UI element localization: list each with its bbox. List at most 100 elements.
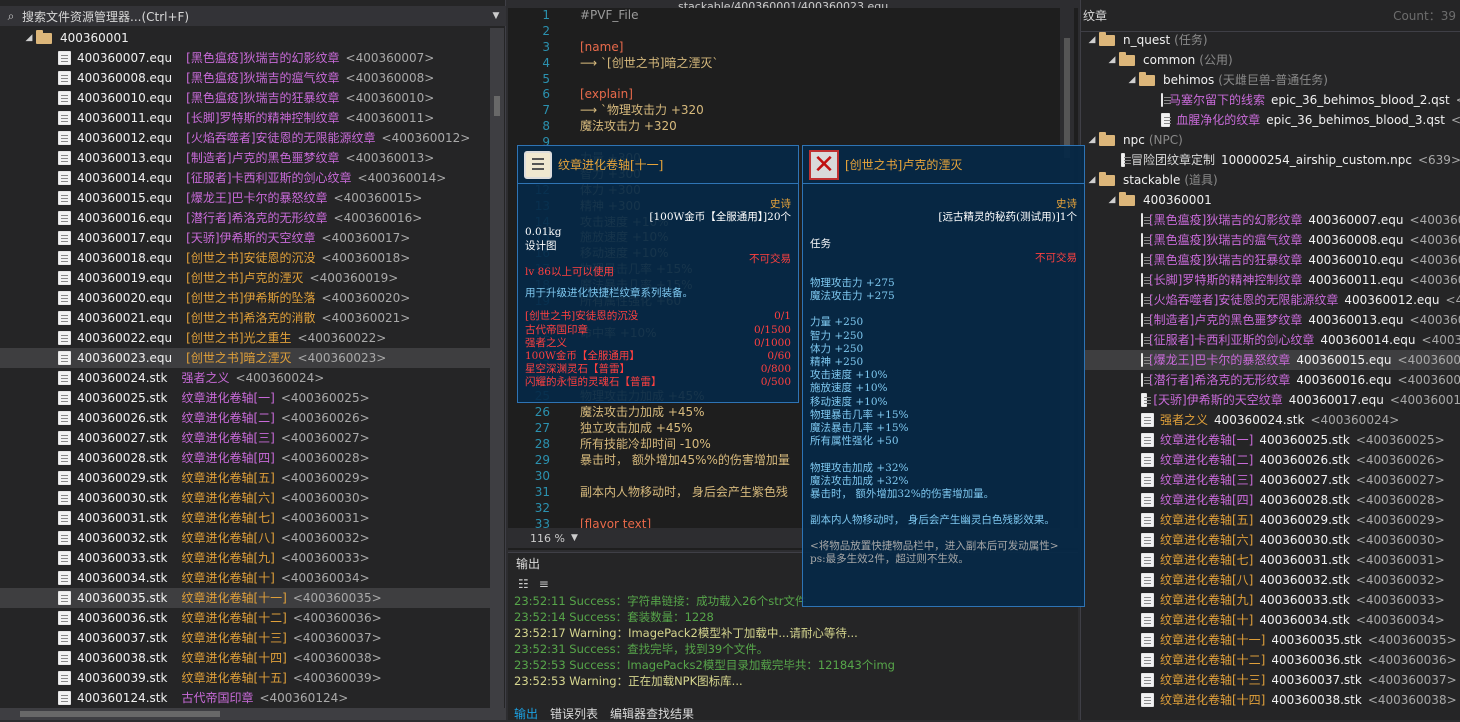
chevron-down-icon[interactable]: ▼ — [486, 11, 506, 21]
tree-file-item[interactable]: 400360010.equ [黑色瘟疫]狄瑞吉的狂暴纹章 <400360010> — [0, 88, 490, 108]
tree-file-item[interactable]: 纹章进化卷轴[八] 400360032.stk <400360032> — [1081, 570, 1460, 590]
tree-file-item[interactable]: 冒险团纹章定制 100000254_airship_custom.npc <639> — [1081, 150, 1460, 170]
tree-folder[interactable]: ◢ n_quest (任务) — [1081, 30, 1460, 50]
tree-file-item[interactable]: [天骄]伊希斯的天空纹章 400360017.equ <40036001 — [1081, 390, 1460, 410]
editor-tab-strip[interactable]: stackable/400360001/400360023.equ — [508, 0, 1078, 8]
line-number: 27 — [534, 421, 550, 436]
tree-file-item[interactable]: 400360034.stk 纹章进化卷轴[十] <400360034> — [0, 568, 490, 588]
tree-file-item[interactable]: 纹章进化卷轴[十四] 400360038.stk <400360038> — [1081, 690, 1460, 710]
tree-folder[interactable]: ◢ 400360001 — [1081, 190, 1460, 210]
tree-file-item[interactable]: 纹章进化卷轴[二] 400360026.stk <400360026> — [1081, 450, 1460, 470]
scrollbar-thumb[interactable] — [494, 96, 500, 116]
tree-file-item[interactable]: 400360013.equ [制造者]卢克的黑色噩梦纹章 <400360013> — [0, 148, 490, 168]
tree-file-item[interactable]: 400360031.stk 纹章进化卷轴[七] <400360031> — [0, 508, 490, 528]
tree-file-item[interactable]: 400360014.equ [征服者]卡西利亚斯的剑心纹章 <400360014> — [0, 168, 490, 188]
output-tab[interactable]: 错误列表 — [550, 705, 598, 721]
tree-file-item[interactable]: [黑色瘟疫]狄瑞吉的幻影纹章 400360007.equ <40036000 — [1081, 210, 1460, 230]
tree-file-item[interactable]: 400360029.stk 纹章进化卷轴[五] <400360029> — [0, 468, 490, 488]
expand-arrow-icon[interactable]: ◢ — [22, 28, 36, 48]
zoom-level[interactable]: 116 % — [530, 532, 565, 545]
tree-file-item[interactable]: 纹章进化卷轴[一] 400360025.stk <400360025> — [1081, 430, 1460, 450]
tree-file-item[interactable]: 400360037.stk 纹章进化卷轴[十三] <400360037> — [0, 628, 490, 648]
tree-file-item[interactable]: 400360017.equ [天骄]伊希斯的天空纹章 <400360017> — [0, 228, 490, 248]
tree-folder-root[interactable]: ◢ 400360001 — [0, 28, 490, 48]
chevron-down-icon[interactable]: ▼ — [571, 533, 578, 543]
tree-file-item[interactable]: 400360032.stk 纹章进化卷轴[八] <400360032> — [0, 528, 490, 548]
tree-file-item[interactable]: 纹章进化卷轴[十三] 400360037.stk <400360037> — [1081, 670, 1460, 690]
editor-tab-path[interactable]: stackable/400360001/400360023.equ — [678, 0, 888, 8]
expand-arrow-icon[interactable]: ◢ — [1085, 30, 1099, 50]
scrollbar-thumb[interactable] — [20, 711, 220, 717]
tree-file-item[interactable]: 400360016.equ [潜行者]希洛克的无形纹章 <400360016> — [0, 208, 490, 228]
tree-file-item[interactable]: 纹章进化卷轴[十二] 400360036.stk <400360036> — [1081, 650, 1460, 670]
tree-file-item[interactable]: 400360018.equ [创世之书]安徒恩的沉没 <400360018> — [0, 248, 490, 268]
tree-file-item[interactable]: 纹章进化卷轴[六] 400360030.stk <400360030> — [1081, 530, 1460, 550]
tree-file-item[interactable]: 400360023.equ [创世之书]暗之湮灭 <400360023> — [0, 348, 490, 368]
tree-file-item[interactable]: 400360021.equ [创世之书]希洛克的消散 <400360021> — [0, 308, 490, 328]
tree-folder[interactable]: ◢ npc (NPC) — [1081, 130, 1460, 150]
tree-file-item[interactable]: [长脚]罗特斯的精神控制纹章 400360011.equ <40036001 — [1081, 270, 1460, 290]
file-name: 400360038.stk — [1271, 693, 1362, 707]
tree-file-item[interactable]: [征服者]卡西利亚斯的剑心纹章 400360014.equ <4003 — [1081, 330, 1460, 350]
tree-file-item[interactable]: 纹章进化卷轴[五] 400360029.stk <400360029> — [1081, 510, 1460, 530]
tree-file-item[interactable]: 纹章进化卷轴[三] 400360027.stk <400360027> — [1081, 470, 1460, 490]
word-wrap-icon[interactable]: ≡ — [539, 577, 549, 591]
clear-output-icon[interactable]: ☷ — [518, 577, 529, 591]
expand-arrow-icon[interactable]: ◢ — [1105, 190, 1119, 210]
expand-arrow-icon[interactable]: ◢ — [1085, 130, 1099, 150]
tree-file-item[interactable]: 400360036.stk 纹章进化卷轴[十二] <400360036> — [0, 608, 490, 628]
tree-file-item[interactable]: 400360028.stk 纹章进化卷轴[四] <400360028> — [0, 448, 490, 468]
explorer-vertical-scrollbar[interactable] — [490, 28, 504, 708]
tree-file-item[interactable]: [爆龙王]巴卡尔的暴怒纹章 400360015.equ <40036001 — [1081, 350, 1460, 370]
tree-file-item[interactable]: 400360011.equ [长脚]罗特斯的精神控制纹章 <400360011> — [0, 108, 490, 128]
tree-file-item[interactable]: 400360124.stk 古代帝国印章 <400360124> — [0, 688, 490, 708]
file-description: 纹章进化卷轴[二] — [1160, 453, 1254, 467]
tree-file-item[interactable]: 400360035.stk 纹章进化卷轴[十一] <400360035> — [0, 588, 490, 608]
tree-file-item[interactable]: [黑色瘟疫]狄瑞吉的狂暴纹章 400360010.equ <40036001 — [1081, 250, 1460, 270]
tree-file-item[interactable]: 400360015.equ [爆龙王]巴卡尔的暴怒纹章 <400360015> — [0, 188, 490, 208]
tree-file-item[interactable]: 400360020.equ [创世之书]伊希斯的坠落 <400360020> — [0, 288, 490, 308]
tree-file-item[interactable]: 400360027.stk 纹章进化卷轴[三] <400360027> — [0, 428, 490, 448]
tree-folder[interactable]: ◢ stackable (道具) — [1081, 170, 1460, 190]
explorer-search-bar[interactable]: ⌕ 搜索文件资源管理器...(Ctrl+F) ▼ — [0, 6, 506, 26]
tree-file-item[interactable]: 纹章进化卷轴[十一] 400360035.stk <400360035> — [1081, 630, 1460, 650]
tree-file-item[interactable]: 400360024.stk 强者之义 <400360024> — [0, 368, 490, 388]
tree-folder[interactable]: ◢ behimos (天雌巨兽-普通任务) — [1081, 70, 1460, 90]
tree-file-item[interactable]: 马塞尔留下的线索 epic_36_behimos_blood_2.qst < — [1081, 90, 1460, 110]
tree-file-item[interactable]: 400360019.equ [创世之书]卢克的湮灭 <400360019> — [0, 268, 490, 288]
tree-file-item[interactable]: [火焰吞噬者]安徒恩的无限能源纹章 400360012.equ <40036 — [1081, 290, 1460, 310]
expand-arrow-icon[interactable]: ◢ — [1105, 50, 1119, 70]
expand-arrow-icon[interactable]: ◢ — [1085, 170, 1099, 190]
tree-file-item[interactable]: [制造者]卢克的黑色噩梦纹章 400360013.equ <40036001 — [1081, 310, 1460, 330]
tree-file-item[interactable]: 400360033.stk 纹章进化卷轴[九] <400360033> — [0, 548, 490, 568]
search-input[interactable]: 搜索文件资源管理器...(Ctrl+F) — [22, 8, 486, 25]
tree-file-item[interactable]: 400360039.stk 纹章进化卷轴[十五] <400360039> — [0, 668, 490, 688]
tree-file-item[interactable]: 400360008.equ [黑色瘟疫]狄瑞吉的瘟气纹章 <400360008> — [0, 68, 490, 88]
tree-file-item[interactable]: 400360012.equ [火焰吞噬者]安徒恩的无限能源纹章 <400360012… — [0, 128, 490, 148]
file-description: 冒险团纹章定制 — [1131, 153, 1216, 167]
file-code: <400360124> — [259, 691, 349, 705]
tree-file-item[interactable]: 400360025.stk 纹章进化卷轴[一] <400360025> — [0, 388, 490, 408]
tree-file-item[interactable]: 400360007.equ [黑色瘟疫]狄瑞吉的幻影纹章 <400360007> — [0, 48, 490, 68]
tree-file-item[interactable]: 强者之义 400360024.stk <400360024> — [1081, 410, 1460, 430]
output-tab[interactable]: 编辑器查找结果 — [610, 705, 694, 721]
file-code: <400360029> — [1355, 513, 1445, 527]
tree-folder[interactable]: ◢ common (公用) — [1081, 50, 1460, 70]
tree-file-item[interactable]: 400360030.stk 纹章进化卷轴[六] <400360030> — [0, 488, 490, 508]
tree-file-item[interactable]: [黑色瘟疫]狄瑞吉的瘟气纹章 400360008.equ <40036000 — [1081, 230, 1460, 250]
tree-file-item[interactable]: 纹章进化卷轴[九] 400360033.stk <400360033> — [1081, 590, 1460, 610]
scrollbar-thumb[interactable] — [1064, 38, 1070, 158]
file-name: 400360027.stk — [1259, 473, 1350, 487]
tree-file-item[interactable]: 400360026.stk 纹章进化卷轴[二] <400360026> — [0, 408, 490, 428]
output-tab[interactable]: 输出 — [514, 705, 538, 721]
file-name: epic_36_behimos_blood_3.qst — [1266, 113, 1445, 127]
expand-arrow-icon[interactable]: ◢ — [1125, 70, 1139, 90]
tree-file-item[interactable]: 400360038.stk 纹章进化卷轴[十四] <400360038> — [0, 648, 490, 668]
tree-file-item[interactable]: [潜行者]希洛克的无形纹章 400360016.equ <40036001 — [1081, 370, 1460, 390]
tree-file-item[interactable]: 纹章进化卷轴[十] 400360034.stk <400360034> — [1081, 610, 1460, 630]
explorer-horizontal-scrollbar[interactable] — [0, 708, 506, 720]
tree-file-item[interactable]: 纹章进化卷轴[四] 400360028.stk <400360028> — [1081, 490, 1460, 510]
tree-file-item[interactable]: 纹章进化卷轴[七] 400360031.stk <400360031> — [1081, 550, 1460, 570]
tree-file-item[interactable]: 血腥净化的纹章 epic_36_behimos_blood_3.qst < — [1081, 110, 1460, 130]
tree-file-item[interactable]: 400360022.equ [创世之书]光之重生 <400360022> — [0, 328, 490, 348]
